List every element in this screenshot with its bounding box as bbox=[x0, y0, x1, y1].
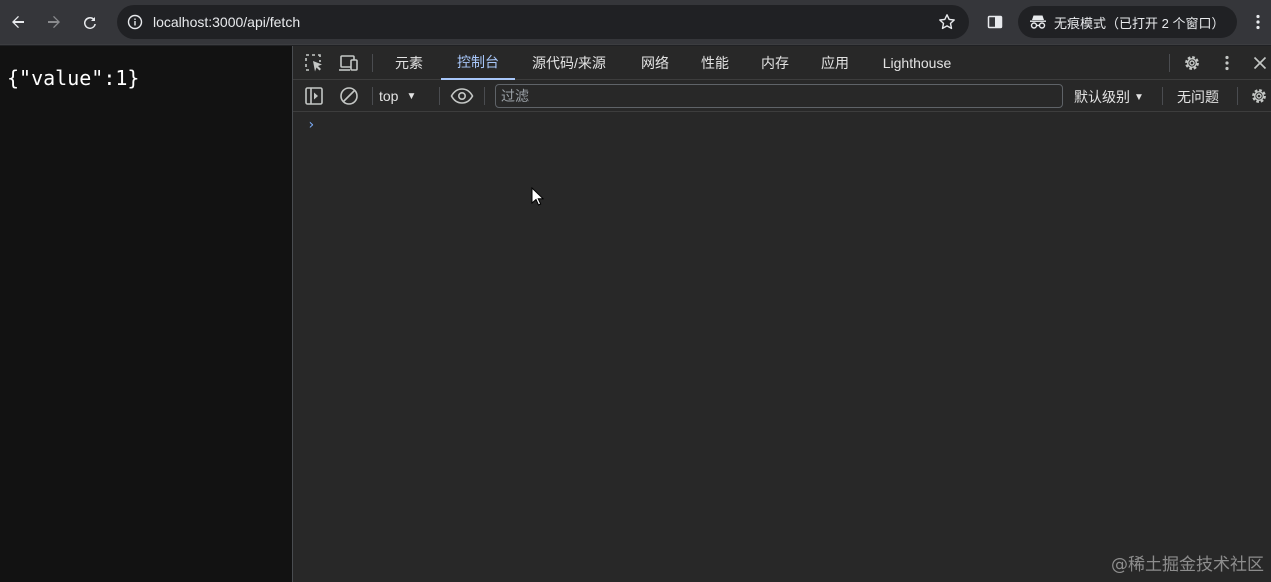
toolbar-divider bbox=[372, 87, 373, 105]
block-icon bbox=[340, 87, 358, 105]
arrow-left-icon bbox=[12, 16, 24, 28]
browser-menu-button[interactable] bbox=[1247, 8, 1269, 36]
watermark-text: @稀土掘金技术社区 bbox=[1111, 555, 1264, 575]
devtools-close-button[interactable] bbox=[1248, 51, 1271, 75]
incognito-badge[interactable]: 无痕模式（已打开 2 个窗口） bbox=[1018, 6, 1237, 38]
info-circle-icon[interactable] bbox=[123, 10, 147, 34]
mouse-cursor-icon bbox=[531, 187, 545, 206]
console-output[interactable]: › bbox=[293, 112, 1271, 582]
console-toolbar: top ▼ 默认级别 ▼ 无问题 bbox=[293, 80, 1271, 112]
tab-lighthouse[interactable]: Lighthouse bbox=[871, 46, 963, 80]
issues-counter[interactable]: 无问题 bbox=[1177, 87, 1219, 107]
star-icon[interactable] bbox=[937, 12, 957, 32]
console-filter-input[interactable] bbox=[495, 84, 1063, 108]
forward-button[interactable] bbox=[39, 7, 69, 37]
gear-icon bbox=[1185, 56, 1199, 70]
gear-icon bbox=[1252, 89, 1266, 103]
kebab-menu-icon bbox=[1256, 14, 1260, 30]
eye-icon bbox=[450, 88, 474, 104]
arrow-right-icon bbox=[48, 16, 60, 28]
toolbar-divider bbox=[484, 87, 485, 105]
back-button[interactable] bbox=[3, 7, 33, 37]
toolbar-divider bbox=[1237, 87, 1238, 105]
context-selector[interactable]: top ▼ bbox=[379, 86, 416, 106]
devtools-panel: 元素 控制台 源代码/来源 网络 性能 内存 应用 Lighthouse top… bbox=[292, 46, 1271, 582]
json-response: {"value":1} bbox=[7, 66, 140, 90]
console-prompt[interactable]: › bbox=[307, 117, 315, 133]
triangle-down-icon: ▼ bbox=[406, 90, 417, 102]
close-icon bbox=[1253, 56, 1267, 70]
context-selector-value: top bbox=[379, 88, 399, 104]
toolbar-divider bbox=[1162, 87, 1163, 105]
device-toggle-icon bbox=[339, 55, 358, 71]
incognito-label: 无痕模式（已打开 2 个窗口） bbox=[1054, 15, 1225, 31]
console-settings-button[interactable] bbox=[1247, 84, 1271, 108]
kebab-menu-icon bbox=[1225, 55, 1229, 71]
devtools-more-button[interactable] bbox=[1215, 51, 1239, 75]
side-panel-button[interactable] bbox=[981, 8, 1009, 36]
inspect-element-button[interactable] bbox=[302, 51, 326, 75]
side-panel-icon bbox=[987, 15, 1003, 29]
toolbar-divider bbox=[372, 54, 373, 72]
log-level-selector[interactable]: 默认级别 ▼ bbox=[1074, 87, 1144, 107]
browser-toolbar: localhost:3000/api/fetch 无痕模式（已打开 2 个窗口） bbox=[0, 0, 1271, 45]
devtools-settings-button[interactable] bbox=[1180, 51, 1204, 75]
inspect-element-icon bbox=[305, 54, 322, 72]
triangle-down-icon: ▼ bbox=[1134, 91, 1144, 103]
tab-network[interactable]: 网络 bbox=[628, 46, 682, 80]
reload-button[interactable] bbox=[75, 7, 105, 37]
page-viewport: {"value":1} bbox=[0, 46, 292, 582]
incognito-icon bbox=[1028, 12, 1048, 32]
devtools-tabbar: 元素 控制台 源代码/来源 网络 性能 内存 应用 Lighthouse bbox=[293, 46, 1271, 80]
tab-sources[interactable]: 源代码/来源 bbox=[521, 46, 617, 80]
device-toolbar-button[interactable] bbox=[337, 51, 361, 75]
tab-memory[interactable]: 内存 bbox=[748, 46, 802, 80]
address-bar[interactable]: localhost:3000/api/fetch bbox=[117, 5, 969, 39]
tab-application[interactable]: 应用 bbox=[808, 46, 862, 80]
tab-performance[interactable]: 性能 bbox=[688, 46, 742, 80]
reload-icon bbox=[83, 17, 96, 30]
clear-console-button[interactable] bbox=[337, 84, 361, 108]
sidebar-toggle-icon bbox=[305, 87, 323, 105]
tab-console[interactable]: 控制台 bbox=[441, 46, 515, 80]
show-sidebar-button[interactable] bbox=[302, 84, 326, 108]
tab-elements[interactable]: 元素 bbox=[382, 46, 436, 80]
url-text[interactable]: localhost:3000/api/fetch bbox=[153, 14, 300, 30]
log-level-value: 默认级别 bbox=[1074, 89, 1130, 105]
toolbar-divider bbox=[1169, 54, 1170, 72]
toolbar-divider bbox=[439, 87, 440, 105]
live-expression-button[interactable] bbox=[450, 84, 474, 108]
